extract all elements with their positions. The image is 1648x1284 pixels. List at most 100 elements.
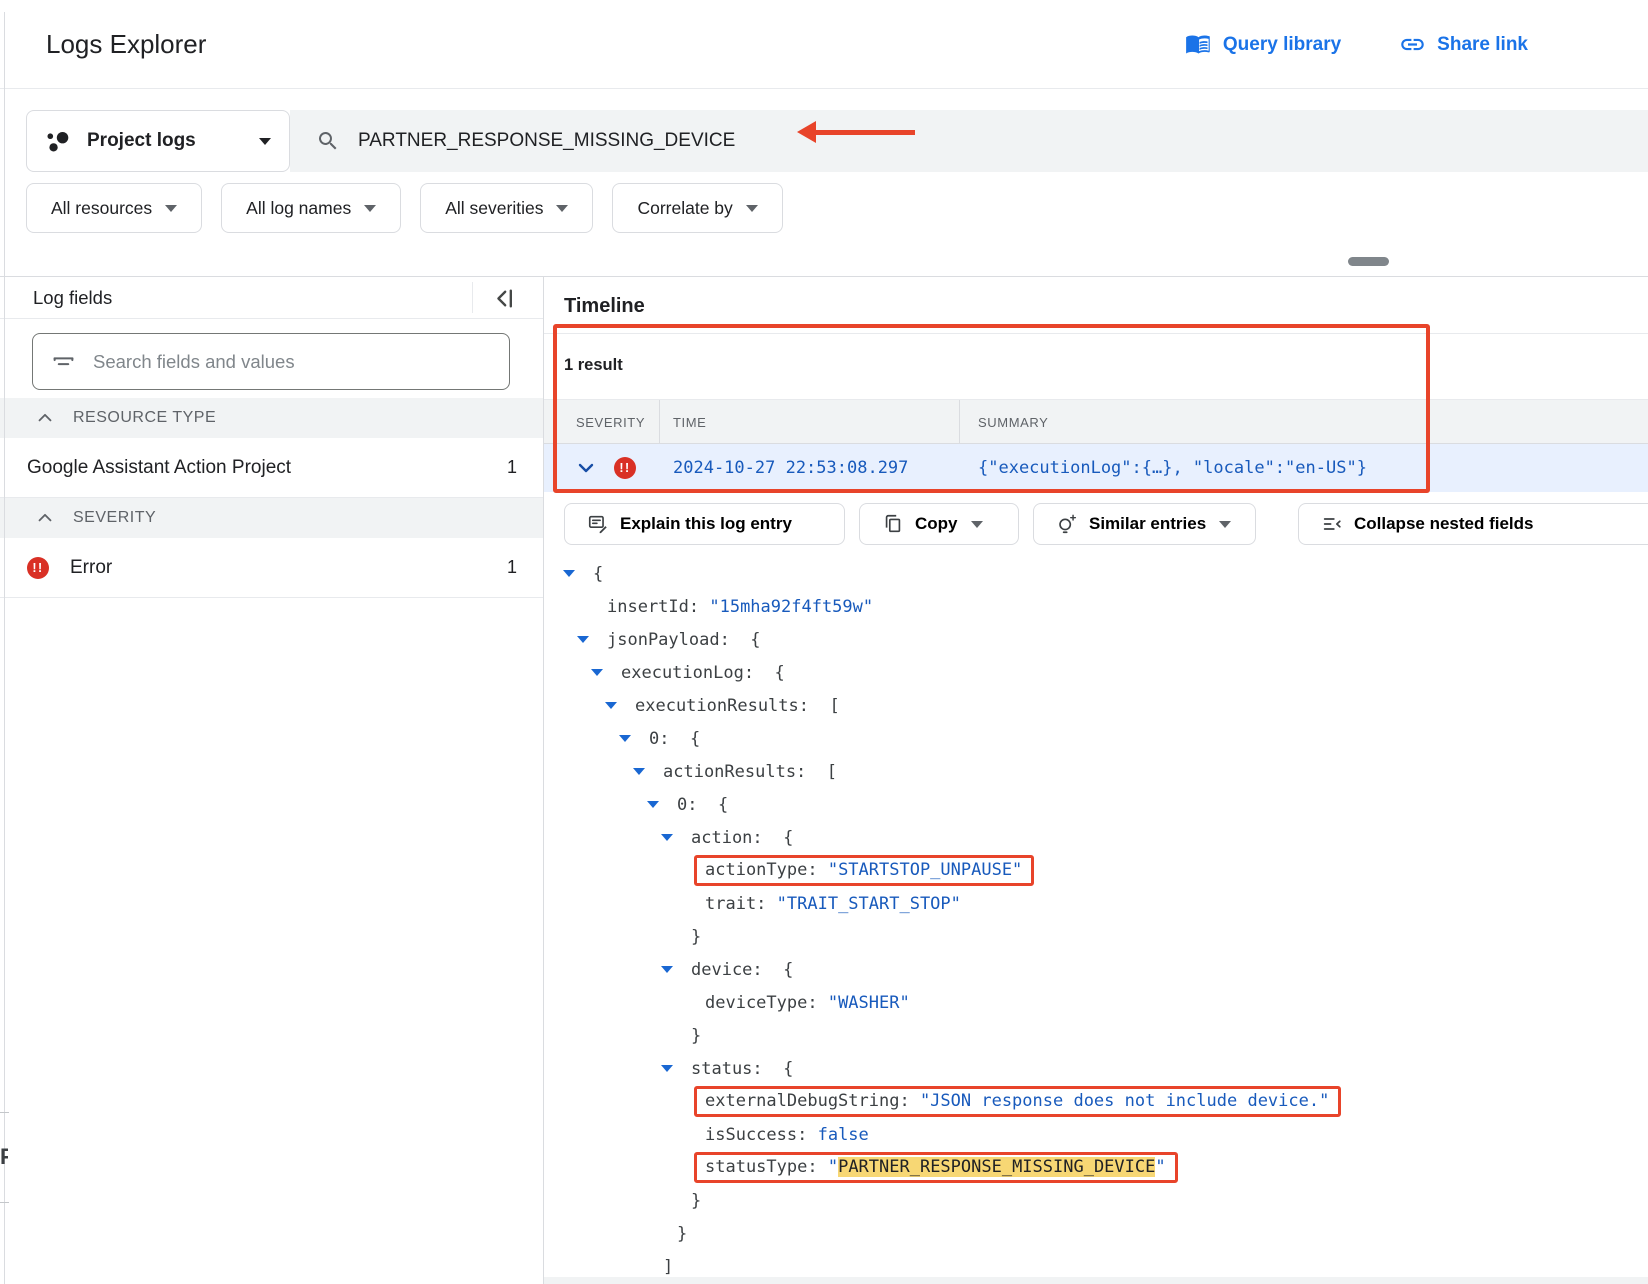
page-title: Logs Explorer xyxy=(46,0,206,89)
copy-button[interactable]: Copy xyxy=(859,503,1019,545)
filter-chip-all-severities[interactable]: All severities xyxy=(420,183,593,233)
column-header-severity: SEVERITY xyxy=(576,400,645,445)
log-entry-summary: {"executionLog":{…}, "locale":"en-US"} xyxy=(978,444,1367,492)
explain-log-icon xyxy=(587,513,609,535)
json-key: 0: xyxy=(649,729,680,749)
json-row-actionResults: actionResults: [ xyxy=(544,755,1648,788)
expand-toggle-icon[interactable] xyxy=(605,702,617,709)
horizontal-scrollbar[interactable] xyxy=(544,1277,1648,1284)
field-item-count: 1 xyxy=(507,557,517,578)
panel-drag-handle[interactable] xyxy=(1348,257,1389,266)
log-entry-actions: Explain this log entry Copy Similar entrie… xyxy=(564,503,1648,545)
collapse-panel-icon[interactable] xyxy=(490,285,517,312)
chevron-expanded-icon[interactable] xyxy=(574,456,598,480)
json-bracket: { xyxy=(680,729,700,749)
query-library-label: Query library xyxy=(1223,34,1341,56)
chevron-down-icon xyxy=(746,205,758,212)
json-bracket: } xyxy=(691,1026,701,1046)
json-key: device: xyxy=(691,960,773,980)
json-bracket: { xyxy=(773,960,793,980)
explain-this-log-entry-button[interactable]: Explain this log entry xyxy=(564,503,845,545)
log-entry-row[interactable]: !! 2024-10-27 22:53:08.297 {"executionLo… xyxy=(544,444,1648,492)
field-search-input[interactable] xyxy=(93,351,491,373)
json-bracket: { xyxy=(773,1059,793,1079)
query-library-icon xyxy=(1185,31,1212,58)
expand-toggle-icon[interactable] xyxy=(591,669,603,676)
json-row-0: 0: { xyxy=(544,788,1648,821)
expand-toggle-icon[interactable] xyxy=(661,834,673,841)
json-row-isSuccess: isSuccess: false xyxy=(544,1118,1648,1151)
similar-entries-button[interactable]: Similar entries xyxy=(1033,503,1256,545)
json-bracket: [ xyxy=(817,762,837,782)
field-search-box[interactable] xyxy=(32,333,510,390)
json-row-0: 0: { xyxy=(544,722,1648,755)
json-value: " xyxy=(828,1157,838,1177)
field-item-error[interactable]: !!Error1 xyxy=(0,538,543,598)
json-key: actionType: xyxy=(705,860,828,880)
json-bracket: } xyxy=(691,1191,701,1211)
expand-toggle-icon[interactable] xyxy=(633,768,645,775)
timeline-title: Timeline xyxy=(564,279,645,334)
filter-chip-label: Correlate by xyxy=(637,198,732,219)
action-button-label: Similar entries xyxy=(1089,514,1206,534)
filter-chip-all-log-names[interactable]: All log names xyxy=(221,183,401,233)
error-severity-icon: !! xyxy=(27,557,49,579)
filter-chip-correlate-by[interactable]: Correlate by xyxy=(612,183,782,233)
json-value: false xyxy=(818,1125,869,1145)
json-bracket: { xyxy=(708,795,728,815)
json-bracket: } xyxy=(677,1224,687,1244)
expand-toggle-icon[interactable] xyxy=(619,735,631,742)
collapse-nested-fields-button[interactable]: Collapse nested fields xyxy=(1298,503,1648,545)
field-section-header-resource-type[interactable]: RESOURCE TYPE xyxy=(0,398,543,438)
chevron-up-icon xyxy=(34,407,56,429)
json-row-device: device: { xyxy=(544,953,1648,986)
results-panel: Timeline 1 result SEVERITYTIMESUMMARY !!… xyxy=(544,277,1648,1284)
chevron-down-icon xyxy=(364,205,376,212)
json-bracket: { xyxy=(773,828,793,848)
expand-toggle-icon[interactable] xyxy=(661,1065,673,1072)
json-key: deviceType: xyxy=(705,993,828,1013)
expand-toggle-icon[interactable] xyxy=(577,636,589,643)
divider xyxy=(659,400,660,444)
query-library-button[interactable]: Query library xyxy=(1185,31,1341,58)
filter-icon xyxy=(51,349,76,374)
json-key: executionLog: xyxy=(621,663,764,683)
field-item-google-assistant-action-project[interactable]: Google Assistant Action Project 1 xyxy=(0,438,543,498)
json-key: insertId: xyxy=(607,597,709,617)
expand-toggle-icon[interactable] xyxy=(563,570,575,577)
json-key: action: xyxy=(691,828,773,848)
expand-toggle-icon[interactable] xyxy=(661,966,673,973)
json-row-trait: trait: "TRAIT_START_STOP" xyxy=(544,887,1648,920)
query-input[interactable]: PARTNER_RESPONSE_MISSING_DEVICE xyxy=(290,110,1648,172)
scope-selector[interactable]: Project logs xyxy=(26,110,290,172)
highlighted-match: PARTNER_RESPONSE_MISSING_DEVICE xyxy=(838,1157,1155,1177)
share-link-button[interactable]: Share link xyxy=(1399,31,1528,58)
json-key: actionResults: xyxy=(663,762,817,782)
chevron-down-icon xyxy=(971,521,983,528)
result-count: 1 result xyxy=(564,356,623,375)
filter-chip-label: All log names xyxy=(246,198,351,219)
window-left-border xyxy=(4,12,5,1284)
field-item-count: 1 xyxy=(507,457,517,478)
scope-label: Project logs xyxy=(87,130,196,152)
field-section-label: SEVERITY xyxy=(73,509,156,527)
json-row-bracket: } xyxy=(544,920,1648,953)
field-item-name: Google Assistant Action Project xyxy=(27,457,291,479)
json-key: jsonPayload: xyxy=(607,630,740,650)
search-icon xyxy=(316,129,340,153)
chevron-down-icon xyxy=(556,205,568,212)
field-section-label: RESOURCE TYPE xyxy=(73,409,216,427)
log-fields-title: Log fields xyxy=(33,277,112,319)
expand-toggle-icon[interactable] xyxy=(647,801,659,808)
column-header-summary: SUMMARY xyxy=(978,400,1048,445)
json-value: " xyxy=(1155,1157,1165,1177)
filter-chip-all-resources[interactable]: All resources xyxy=(26,183,202,233)
error-severity-icon: !! xyxy=(614,457,636,479)
action-button-label: Collapse nested fields xyxy=(1354,514,1534,534)
field-section-header-severity[interactable]: SEVERITY xyxy=(0,498,543,538)
filter-chip-label: All resources xyxy=(51,198,152,219)
json-key: externalDebugString: xyxy=(705,1091,920,1111)
share-link-label: Share link xyxy=(1437,34,1528,56)
json-bracket: { xyxy=(764,663,784,683)
json-row-externalDebugString: externalDebugString: "JSON response does… xyxy=(544,1085,1648,1118)
